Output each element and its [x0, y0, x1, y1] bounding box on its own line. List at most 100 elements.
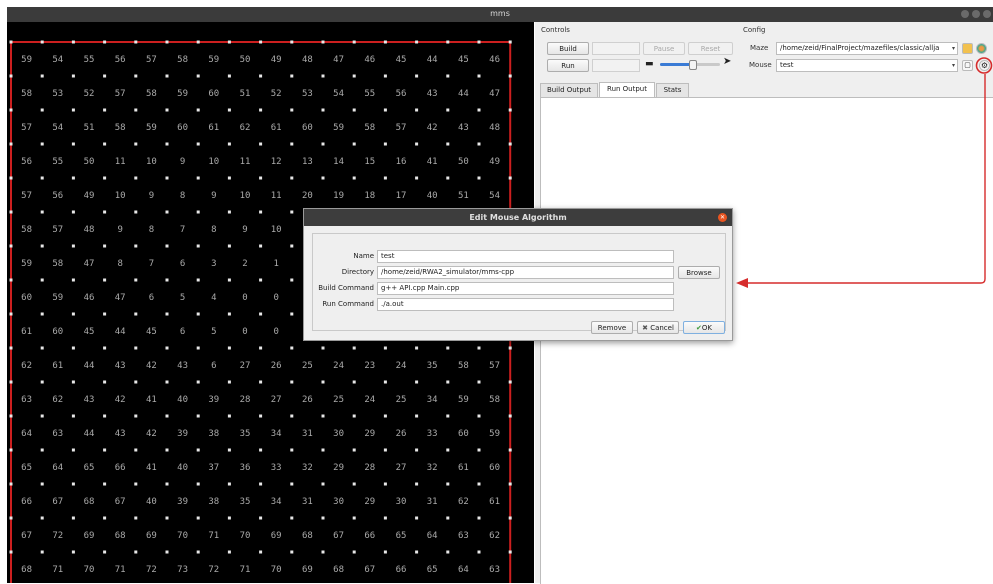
maze-cell-value: 47 [333, 55, 344, 65]
maze-post [134, 176, 138, 180]
maze-cell-value: 27 [240, 361, 251, 371]
maze-cell-value: 68 [302, 531, 313, 541]
maze-cell-value: 69 [146, 531, 157, 541]
controls-heading: Controls [541, 26, 570, 34]
maze-post [352, 482, 356, 486]
maze-cell-value: 69 [84, 531, 95, 541]
maze-cell-value: 64 [21, 429, 32, 439]
maze-cell-value: 32 [427, 463, 438, 473]
maze-post [446, 550, 450, 554]
pause-button[interactable]: Pause [643, 42, 685, 55]
maze-post [40, 244, 44, 248]
close-icon[interactable]: ✕ [718, 213, 727, 222]
mouse-select[interactable]: test ▾ [776, 59, 958, 72]
maze-cell-value: 46 [364, 55, 375, 65]
maze-post [165, 176, 169, 180]
maze-cell-value: 48 [489, 123, 500, 133]
maze-post [227, 380, 231, 384]
ok-button[interactable]: ✔OK [683, 321, 725, 334]
maze-cell-value: 24 [396, 361, 407, 371]
new-file-icon[interactable]: ▢ [962, 60, 973, 71]
maze-post [134, 142, 138, 146]
maze-cell-value: 66 [396, 565, 407, 575]
window-controls[interactable] [958, 10, 991, 20]
maze-post [134, 516, 138, 520]
maze-cell-value: 59 [333, 123, 344, 133]
maze-post [165, 142, 169, 146]
minimize-icon[interactable] [961, 10, 969, 18]
close-window-icon[interactable] [983, 10, 991, 18]
maze-cell-value: 34 [427, 395, 438, 405]
maze-post [165, 550, 169, 554]
maze-cell-value: 73 [177, 565, 188, 575]
maze-cell-value: 44 [427, 55, 438, 65]
maze-post [259, 346, 263, 350]
maze-cell-value: 61 [489, 497, 500, 507]
maze-cell-value: 71 [115, 565, 126, 575]
run-button[interactable]: Run [547, 59, 589, 72]
maze-post [352, 108, 356, 112]
maze-cell-value: 51 [240, 89, 251, 99]
browse-button[interactable]: Browse [678, 266, 720, 279]
maze-cell-value: 43 [177, 361, 188, 371]
maze-label: Maze [750, 44, 769, 52]
maze-post [40, 550, 44, 554]
reset-button[interactable]: Reset [688, 42, 733, 55]
build-button[interactable]: Build [547, 42, 589, 55]
maze-cell-value: 19 [333, 191, 344, 201]
maze-post [477, 482, 481, 486]
maze-post [134, 244, 138, 248]
maze-post [383, 108, 387, 112]
maze-post [71, 176, 75, 180]
maze-cell-value: 53 [52, 89, 63, 99]
tab-run-output[interactable]: Run Output [599, 82, 655, 97]
build-command-field[interactable]: g++ API.cpp Main.cpp [377, 282, 674, 295]
maze-post [9, 142, 13, 146]
maze-cell-value: 48 [302, 55, 313, 65]
maze-cell-value: 59 [489, 429, 500, 439]
maze-cell-value: 43 [458, 123, 469, 133]
maze-post [321, 482, 325, 486]
maze-cell-value: 72 [208, 565, 219, 575]
tab-build-output[interactable]: Build Output [540, 83, 598, 97]
maze-post [71, 142, 75, 146]
maximize-icon[interactable] [972, 10, 980, 18]
maze-cell-value: 34 [271, 429, 282, 439]
maze-post [165, 516, 169, 520]
maze-cell-value: 58 [21, 89, 32, 99]
maze-cell-value: 54 [52, 55, 63, 65]
maze-post [383, 380, 387, 384]
maze-cell-value: 42 [427, 123, 438, 133]
maze-post [415, 108, 419, 112]
maze-cell-value: 11 [271, 191, 282, 201]
maze-cell-value: 17 [396, 191, 407, 201]
maze-cell-value: 6 [149, 293, 154, 303]
directory-field[interactable]: /home/zeid/RWA2_simulator/mms-cpp [377, 266, 674, 279]
cancel-button[interactable]: ✖ Cancel [637, 321, 679, 334]
remove-button[interactable]: Remove [591, 321, 633, 334]
maze-cell-value: 10 [146, 157, 157, 167]
maze-post [508, 516, 512, 520]
directory-label: Directory [341, 268, 374, 276]
maze-cell-value: 35 [240, 497, 251, 507]
open-folder-icon[interactable] [962, 43, 973, 54]
maze-cell-value: 31 [427, 497, 438, 507]
maze-cell-value: 8 [117, 259, 122, 269]
tab-stats[interactable]: Stats [656, 83, 689, 97]
maze-post [321, 142, 325, 146]
maze-cell-value: 39 [208, 395, 219, 405]
run-command-field[interactable]: ./a.out [377, 298, 674, 311]
speed-slider[interactable] [660, 60, 720, 70]
maze-post [134, 482, 138, 486]
maze-post [196, 74, 200, 78]
maze-cell-value: 0 [273, 327, 278, 337]
maze-post [415, 482, 419, 486]
maze-cell-value: 35 [427, 361, 438, 371]
name-field[interactable]: test [377, 250, 674, 263]
maze-post [227, 108, 231, 112]
color-wheel-icon[interactable] [976, 43, 987, 54]
maze-post [415, 516, 419, 520]
maze-select[interactable]: /home/zeid/FinalProject/mazefiles/classi… [776, 42, 958, 55]
speed-slider-handle[interactable] [689, 60, 697, 70]
mouse-select-value: test [780, 61, 794, 69]
